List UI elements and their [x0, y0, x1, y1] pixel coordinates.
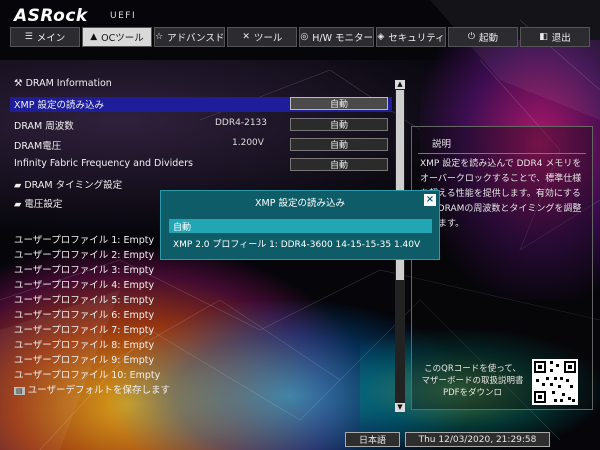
language-button[interactable]: 日本語 [345, 432, 400, 447]
xmp-label: XMP 設定の読み込み [14, 100, 104, 111]
folder-icon: ▰ [14, 180, 22, 191]
description-divider [418, 153, 586, 154]
popup-title: XMP 設定の読み込み [255, 198, 345, 209]
save-default-label: ユーザーデフォルトを保存します [27, 385, 170, 396]
dram-voltage-value: 1.200V [232, 138, 264, 148]
popup-option-auto[interactable]: 自動 [169, 219, 432, 233]
save-default-item[interactable]: ▤ ユーザーデフォルトを保存します [14, 382, 170, 396]
list-icon: ☰ [24, 32, 33, 42]
exit-icon: ◧ [539, 32, 548, 42]
profile-item-9[interactable]: ユーザープロファイル 9: Empty [14, 352, 154, 366]
main-tabs: ☰ メイン ▲ OCツール ☆ アドバンスド ✕ ツール ◎ H/W モニター ◈ セキュリ… [10, 27, 590, 47]
dram-freq-label: DRAM 周波数 [14, 121, 74, 132]
tab-security[interactable]: ◈ セキュリティ [376, 27, 446, 47]
rocket-icon: ▲ [90, 32, 98, 42]
tab-advanced[interactable]: ☆ アドバンスド [154, 27, 226, 47]
tab-main[interactable]: ☰ メイン [10, 27, 80, 47]
scroll-down-icon[interactable]: ▼ [395, 403, 405, 412]
submenu-voltage[interactable]: ▰ 電圧設定 [14, 196, 62, 210]
tab-oc-tool[interactable]: ▲ OCツール [82, 27, 152, 47]
dram-voltage-label: DRAM電圧 [14, 141, 62, 152]
power-icon: ⏻ [467, 32, 476, 42]
profile-item-3[interactable]: ユーザープロファイル 3: Empty [14, 262, 154, 276]
tab-label: 起動 [479, 33, 499, 44]
dram-voltage-button[interactable]: 自動 [290, 138, 388, 151]
tab-tools[interactable]: ✕ ツール [227, 27, 298, 47]
profile-item-4[interactable]: ユーザープロファイル 4: Empty [14, 277, 154, 291]
wrench-icon: ⚒ [14, 78, 23, 89]
dram-info-item[interactable]: ⚒ DRAM Information [14, 78, 112, 92]
tab-label: H/W モニター [312, 33, 373, 44]
tab-label: ツール [253, 33, 283, 44]
close-icon[interactable]: × [424, 194, 436, 206]
profile-item-2[interactable]: ユーザープロファイル 2: Empty [14, 247, 154, 261]
folder-icon: ▰ [14, 199, 22, 210]
infinity-fabric-label: Infinity Fabric Frequency and Dividers [14, 158, 194, 169]
tab-label: セキュリティ [388, 33, 445, 44]
tab-label: メイン [36, 33, 66, 44]
star-icon: ☆ [155, 32, 164, 42]
submenu-label: 電圧設定 [24, 199, 63, 210]
datetime-display: Thu 12/03/2020, 21:29:58 [405, 432, 550, 447]
scroll-up-icon[interactable]: ▲ [395, 80, 405, 89]
description-title: 説明 [432, 139, 452, 150]
qr-caption: このQRコードを使って、マザーボードの取扱説明書PDFをダウンロ [421, 364, 524, 398]
submenu-timing[interactable]: ▰ DRAM タイミング設定 [14, 177, 122, 191]
brand-logo: ASRock [14, 6, 88, 26]
profile-item-6[interactable]: ユーザープロファイル 6: Empty [14, 307, 154, 321]
save-icon: ▤ [14, 387, 25, 395]
profile-item-5[interactable]: ユーザープロファイル 5: Empty [14, 292, 154, 306]
infinity-fabric-button[interactable]: 自動 [290, 158, 388, 171]
dram-freq-row[interactable]: DRAM 周波数 [14, 118, 74, 132]
brand-sub: UEFI [110, 11, 137, 21]
qr-code [532, 359, 578, 405]
tab-label: アドバンスド [167, 33, 225, 44]
xmp-setting-button[interactable]: 自動 [290, 97, 388, 110]
profile-item-1[interactable]: ユーザープロファイル 1: Empty [14, 232, 154, 246]
tab-boot[interactable]: ⏻ 起動 [448, 27, 518, 47]
description-text: XMP 設定を読み込んで DDR4 メモリをオーバークロックすることで、標準仕様… [420, 159, 582, 229]
xmp-popup: XMP 設定の読み込み × 自動 XMP 2.0 プロフィール 1: DDR4-… [160, 190, 440, 260]
profile-item-10[interactable]: ユーザープロファイル 10: Empty [14, 367, 160, 381]
tab-label: 退出 [551, 33, 571, 44]
popup-option-xmp-profile[interactable]: XMP 2.0 プロフィール 1: DDR4-3600 14-15-15-35 … [169, 236, 432, 250]
tab-label: OCツール [101, 33, 144, 44]
dram-voltage-row[interactable]: DRAM電圧 [14, 138, 61, 152]
dram-freq-button[interactable]: 自動 [290, 118, 388, 131]
submenu-label: DRAM タイミング設定 [24, 180, 123, 191]
monitor-icon: ◎ [300, 32, 309, 42]
dram-info-label: DRAM Information [25, 78, 112, 89]
dram-freq-value: DDR4-2133 [215, 118, 267, 128]
tools-icon: ✕ [242, 32, 250, 42]
profile-item-7[interactable]: ユーザープロファイル 7: Empty [14, 322, 154, 336]
infinity-fabric-row[interactable]: Infinity Fabric Frequency and Dividers [14, 158, 193, 172]
tab-hw-monitor[interactable]: ◎ H/W モニター [299, 27, 374, 47]
profile-item-8[interactable]: ユーザープロファイル 8: Empty [14, 337, 154, 351]
shield-icon: ◈ [377, 32, 385, 42]
tab-exit[interactable]: ◧ 退出 [520, 27, 590, 47]
description-panel: 説明 XMP 設定を読み込んで DDR4 メモリをオーバークロックすることで、標… [411, 126, 593, 410]
